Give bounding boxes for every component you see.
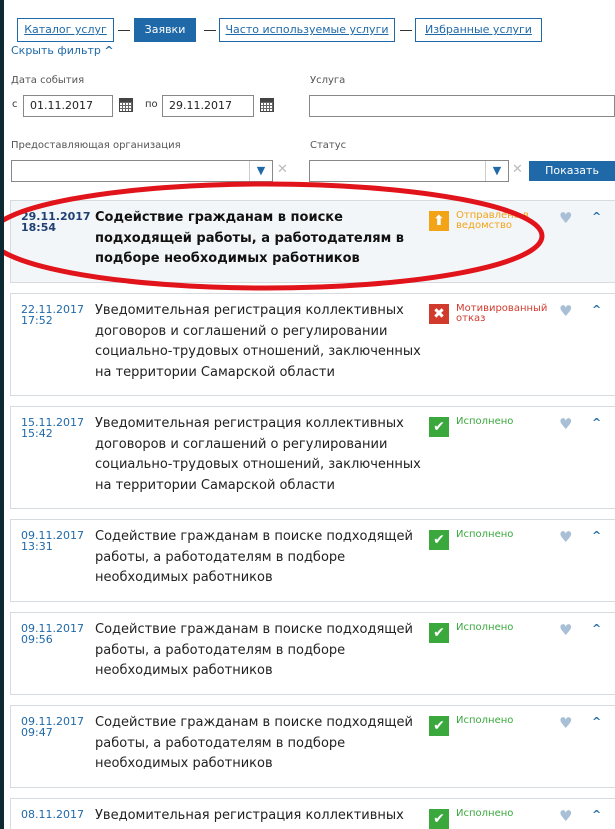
application-status: Исполнено: [456, 416, 514, 427]
application-card[interactable]: 08.11.2017 Уведомительная регистрация кол…: [10, 798, 615, 829]
application-card[interactable]: 29.11.2017 18:54 Содействие гражданам в по…: [10, 200, 615, 283]
application-card[interactable]: 15.11.2017 15:42 Уведомительная регистраци…: [10, 406, 615, 509]
favorite-heart-icon[interactable]: ♥: [559, 716, 572, 731]
application-time: 13:31: [21, 540, 53, 553]
application-status: Исполнено: [456, 622, 514, 633]
application-title[interactable]: Уведомительная регистрация коллективных …: [95, 301, 425, 383]
favorite-heart-icon[interactable]: ♥: [559, 530, 572, 545]
tab-separator: [400, 30, 412, 31]
collapse-chevron-icon[interactable]: ^: [592, 809, 601, 821]
check-icon: ✔: [429, 716, 449, 736]
application-status: Мотивированный отказ: [456, 303, 548, 324]
chevron-up-icon: ^: [104, 44, 114, 57]
application-datetime: 29.11.2017 18:54: [21, 211, 91, 233]
hide-filter-label: Скрыть фильтр: [11, 44, 101, 57]
application-title[interactable]: Содействие гражданам в поиске подходящей…: [95, 713, 425, 775]
application-status: Отправлено в ведомство: [456, 210, 529, 231]
status-label: Статус: [310, 140, 347, 151]
application-datetime: 09.11.2017 09:56: [21, 623, 84, 645]
collapse-chevron-icon[interactable]: ^: [592, 417, 601, 429]
tab-separator: [204, 30, 216, 31]
collapse-chevron-icon[interactable]: ^: [592, 530, 601, 542]
collapse-chevron-icon[interactable]: ^: [592, 211, 601, 223]
clear-status-icon[interactable]: ✕: [512, 162, 523, 177]
collapse-chevron-icon[interactable]: ^: [592, 304, 601, 316]
date-to-input[interactable]: 29.11.2017: [162, 95, 254, 117]
application-card[interactable]: 09.11.2017 09:56 Содействие гражданам в по…: [10, 612, 615, 695]
chevron-down-icon[interactable]: ▼: [249, 161, 272, 181]
application-datetime: 22.11.2017 17:52: [21, 304, 84, 326]
collapse-chevron-icon[interactable]: ^: [592, 623, 601, 635]
tab-frequent-services[interactable]: Часто используемые услуги: [219, 18, 395, 42]
application-status: Исполнено: [456, 529, 514, 540]
application-status: Исполнено: [456, 715, 514, 726]
hide-filter-link[interactable]: Скрыть фильтр ^: [11, 44, 114, 57]
organization-select[interactable]: ▼: [11, 160, 273, 182]
date-from-prefix: с: [12, 99, 18, 110]
tab-catalog[interactable]: Каталог услуг: [17, 18, 114, 42]
application-date: 08.11.2017: [21, 808, 84, 821]
show-button[interactable]: Показать: [529, 161, 615, 181]
favorite-heart-icon[interactable]: ♥: [559, 211, 572, 226]
application-time: 17:52: [21, 314, 53, 327]
chevron-down-icon[interactable]: ▼: [485, 161, 508, 181]
calendar-icon[interactable]: [260, 98, 274, 112]
application-card[interactable]: 22.11.2017 17:52 Уведомительная регистраци…: [10, 293, 615, 396]
cross-icon: ✖: [429, 304, 449, 324]
application-status: Исполнено: [456, 808, 514, 819]
application-time: 09:47: [21, 726, 53, 739]
application-card[interactable]: 09.11.2017 13:31 Содействие гражданам в по…: [10, 519, 615, 602]
application-time: 18:54: [21, 221, 57, 234]
check-icon: ✔: [429, 809, 449, 829]
organization-label: Предоставляющая организация: [11, 140, 181, 151]
check-icon: ✔: [429, 417, 449, 437]
application-time: 09:56: [21, 633, 53, 646]
application-datetime: 09.11.2017 13:31: [21, 530, 84, 552]
collapse-chevron-icon[interactable]: ^: [592, 716, 601, 728]
service-label: Услуга: [310, 75, 346, 86]
application-time: 15:42: [21, 427, 53, 440]
favorite-heart-icon[interactable]: ♥: [559, 417, 572, 432]
status-select[interactable]: ▼: [309, 160, 509, 182]
favorite-heart-icon[interactable]: ♥: [559, 623, 572, 638]
application-card[interactable]: 09.11.2017 09:47 Содействие гражданам в по…: [10, 705, 615, 788]
application-datetime: 09.11.2017 09:47: [21, 716, 84, 738]
date-from-input[interactable]: 01.11.2017: [23, 95, 113, 117]
application-title[interactable]: Уведомительная регистрация коллективных: [95, 806, 425, 827]
application-title[interactable]: Содействие гражданам в поиске подходящей…: [95, 527, 425, 589]
service-input[interactable]: [309, 95, 615, 117]
date-to-prefix: по: [145, 99, 158, 110]
check-icon: ✔: [429, 530, 449, 550]
application-title[interactable]: Содействие гражданам в поиске подходящей…: [95, 620, 425, 682]
tab-favorite-services[interactable]: Избранные услуги: [415, 18, 542, 42]
application-title[interactable]: Уведомительная регистрация коллективных …: [95, 414, 425, 496]
upload-icon: ⬆: [429, 211, 449, 231]
application-datetime: 08.11.2017: [21, 809, 84, 820]
application-datetime: 15.11.2017 15:42: [21, 417, 84, 439]
tab-separator: [118, 30, 130, 31]
application-title[interactable]: Содействие гражданам в поиске подходящей…: [95, 208, 425, 270]
calendar-icon[interactable]: [119, 98, 133, 112]
check-icon: ✔: [429, 623, 449, 643]
favorite-heart-icon[interactable]: ♥: [559, 809, 572, 824]
date-label: Дата события: [11, 75, 85, 86]
tab-applications[interactable]: Заявки: [134, 18, 196, 42]
clear-organization-icon[interactable]: ✕: [277, 162, 288, 177]
favorite-heart-icon[interactable]: ♥: [559, 304, 572, 319]
main-panel: Каталог услуг Заявки Часто используемые …: [4, 0, 615, 829]
